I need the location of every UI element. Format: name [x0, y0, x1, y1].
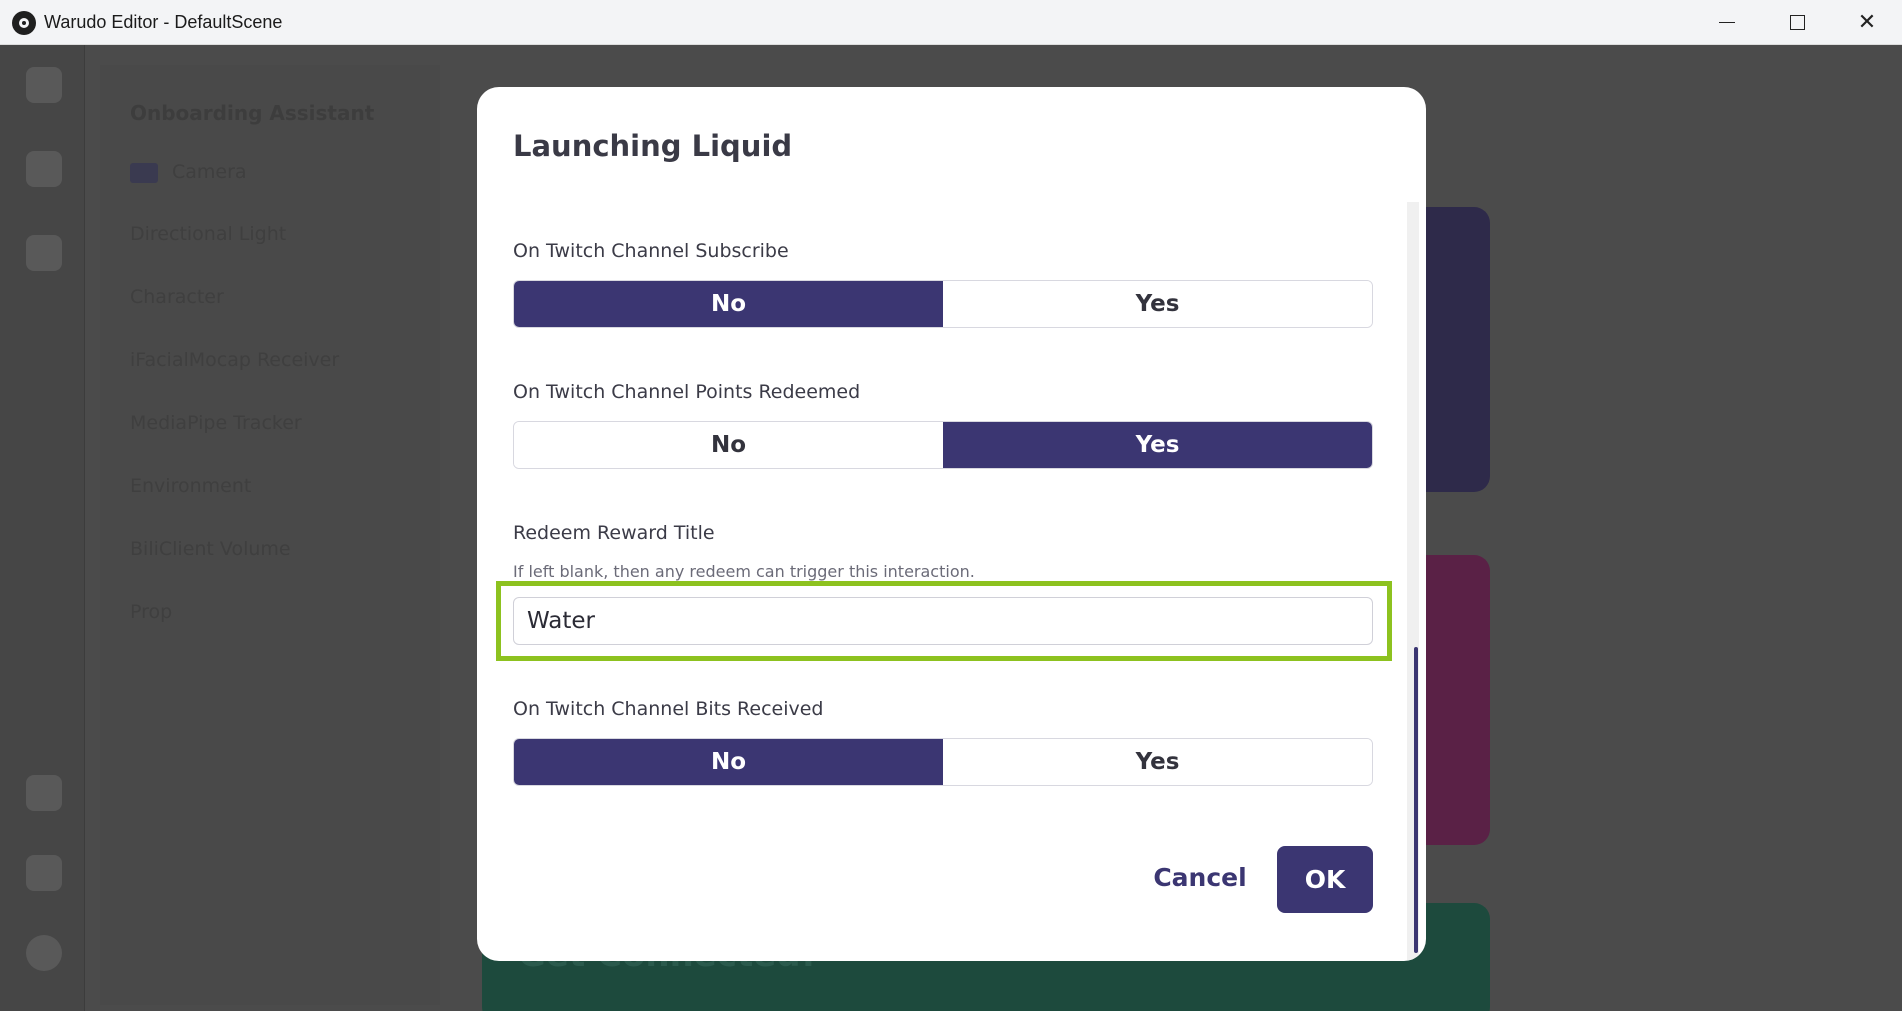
minimize-button[interactable] — [1692, 0, 1762, 45]
hierarchy-icon — [26, 151, 62, 187]
bits-yes-option[interactable]: Yes — [943, 739, 1372, 785]
cancel-button[interactable]: Cancel — [1135, 845, 1265, 909]
reward-title-input[interactable] — [513, 597, 1373, 645]
panel-item: Directional Light — [130, 223, 287, 245]
panel-item: Camera — [130, 161, 247, 183]
ok-button[interactable]: OK — [1277, 846, 1373, 913]
window-title: Warudo Editor - DefaultScene — [44, 12, 283, 32]
twitter-icon — [26, 855, 62, 891]
dialog-title: Launching Liquid — [513, 129, 793, 163]
panel-item: Environment — [130, 475, 252, 497]
subscribe-yes-option[interactable]: Yes — [943, 281, 1372, 327]
bits-no-option[interactable]: No — [514, 739, 943, 785]
maximize-button[interactable] — [1762, 0, 1832, 45]
maximize-icon — [1789, 15, 1805, 30]
points-toggle: No Yes — [513, 421, 1373, 469]
points-label: On Twitch Channel Points Redeemed — [513, 381, 861, 403]
bits-label: On Twitch Channel Bits Received — [513, 698, 824, 720]
subscribe-label: On Twitch Channel Subscribe — [513, 240, 789, 262]
close-icon: ✕ — [1857, 10, 1877, 35]
panel-item: iFacialMocap Receiver — [130, 349, 340, 371]
panel-item: MediaPipe Tracker — [130, 412, 302, 434]
points-no-option[interactable]: No — [514, 422, 943, 468]
panel-header: Onboarding Assistant — [130, 101, 375, 125]
blueprint-icon — [26, 235, 62, 271]
bits-toggle: No Yes — [513, 738, 1373, 786]
warudo-logo-icon — [12, 11, 36, 35]
panel-item: BiliClient Volume — [130, 538, 291, 560]
panel-item: Character — [130, 286, 224, 308]
minimize-icon — [1719, 21, 1735, 24]
title-bar: Warudo Editor - DefaultScene ✕ — [0, 0, 1902, 45]
points-yes-option[interactable]: Yes — [943, 422, 1372, 468]
reward-title-hint: If left blank, then any redeem can trigg… — [513, 562, 975, 581]
assets-panel: Onboarding Assistant Camera Directional … — [100, 65, 440, 1005]
subscribe-no-option[interactable]: No — [514, 281, 943, 327]
scene-icon — [26, 67, 62, 103]
reward-title-label: Redeem Reward Title — [513, 522, 715, 544]
left-rail — [0, 45, 85, 1011]
scrollbar-thumb[interactable] — [1414, 647, 1418, 953]
launching-liquid-dialog: Launching Liquid On Twitch Channel Subsc… — [477, 87, 1426, 961]
settings-icon — [26, 935, 62, 971]
panel-item: Prop — [130, 601, 173, 623]
close-button[interactable]: ✕ — [1832, 0, 1902, 45]
subscribe-toggle: No Yes — [513, 280, 1373, 328]
discord-icon — [26, 775, 62, 811]
camera-icon — [130, 162, 158, 183]
